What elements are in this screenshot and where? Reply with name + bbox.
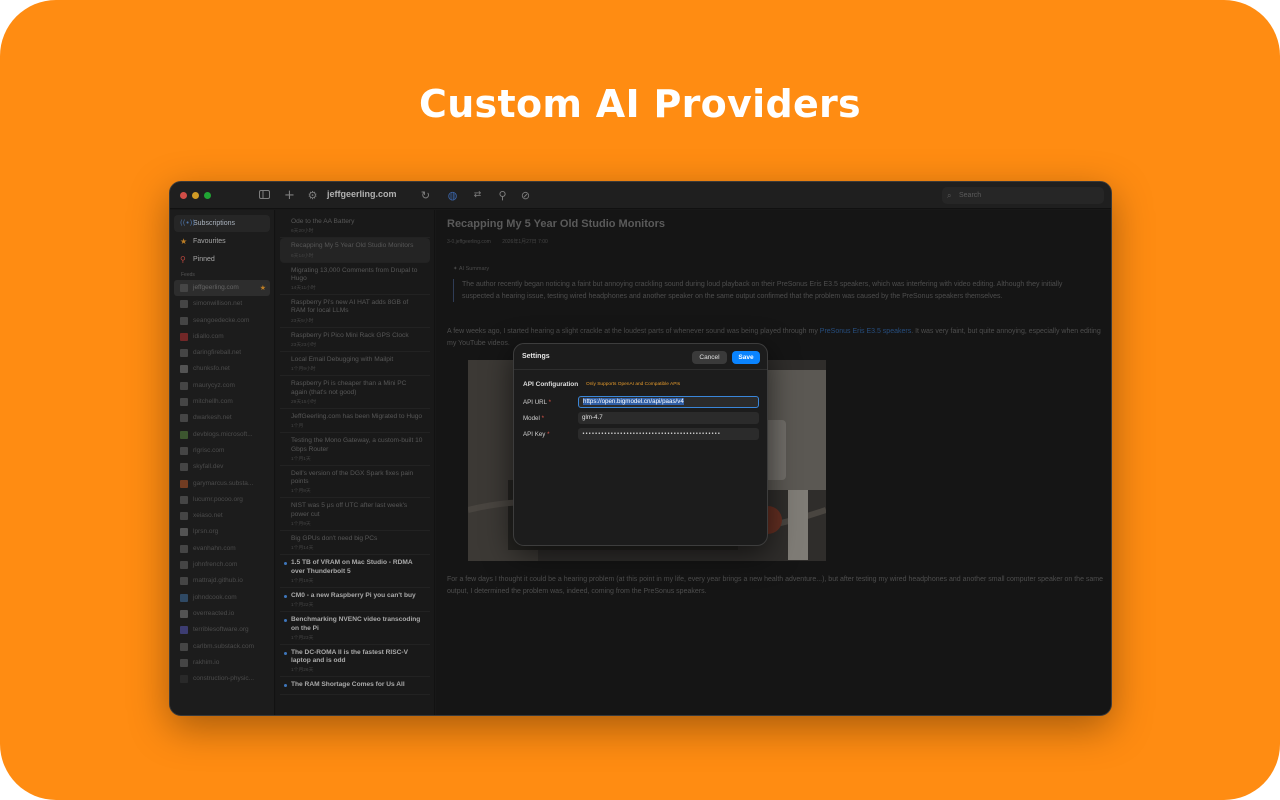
api-config-heading: API Configuration	[523, 381, 579, 388]
settings-dialog: Settings Cancel Save API Configuration O…	[513, 343, 768, 546]
api-url-label: API URL *	[523, 399, 551, 406]
api-url-value: https://open.bigmodel.cn/api/paas/v4	[583, 398, 684, 405]
required-mark: *	[541, 415, 545, 422]
required-mark: *	[548, 399, 551, 406]
hero-title: Custom AI Providers	[419, 82, 861, 126]
api-key-label: API Key *	[523, 431, 550, 438]
model-label-text: Model	[523, 415, 540, 422]
app-window: + ⚙ jeffgeerling.com ↻ ◍ ⇄ ⚲ ⊘ ⌕ Search …	[169, 181, 1112, 716]
dialog-title: Settings	[522, 353, 550, 360]
api-url-label-text: API URL	[523, 399, 547, 406]
save-button[interactable]: Save	[732, 351, 760, 364]
api-url-field[interactable]: https://open.bigmodel.cn/api/paas/v4	[578, 396, 759, 408]
api-support-note: Only Supports OpenAI and Compatible APIs	[586, 382, 681, 387]
model-field[interactable]: glm-4.7	[578, 412, 759, 424]
model-label: Model *	[523, 415, 544, 422]
required-mark: *	[547, 431, 550, 438]
promo-background: Custom AI Providers + ⚙ jeffgeerling.com…	[0, 0, 1280, 800]
dialog-header: Settings Cancel Save	[514, 344, 767, 370]
api-key-field[interactable]: ••••••••••••••••••••••••••••••••••••••••…	[578, 428, 759, 440]
cancel-button[interactable]: Cancel	[692, 351, 727, 364]
api-key-label-text: API Key	[523, 431, 546, 438]
